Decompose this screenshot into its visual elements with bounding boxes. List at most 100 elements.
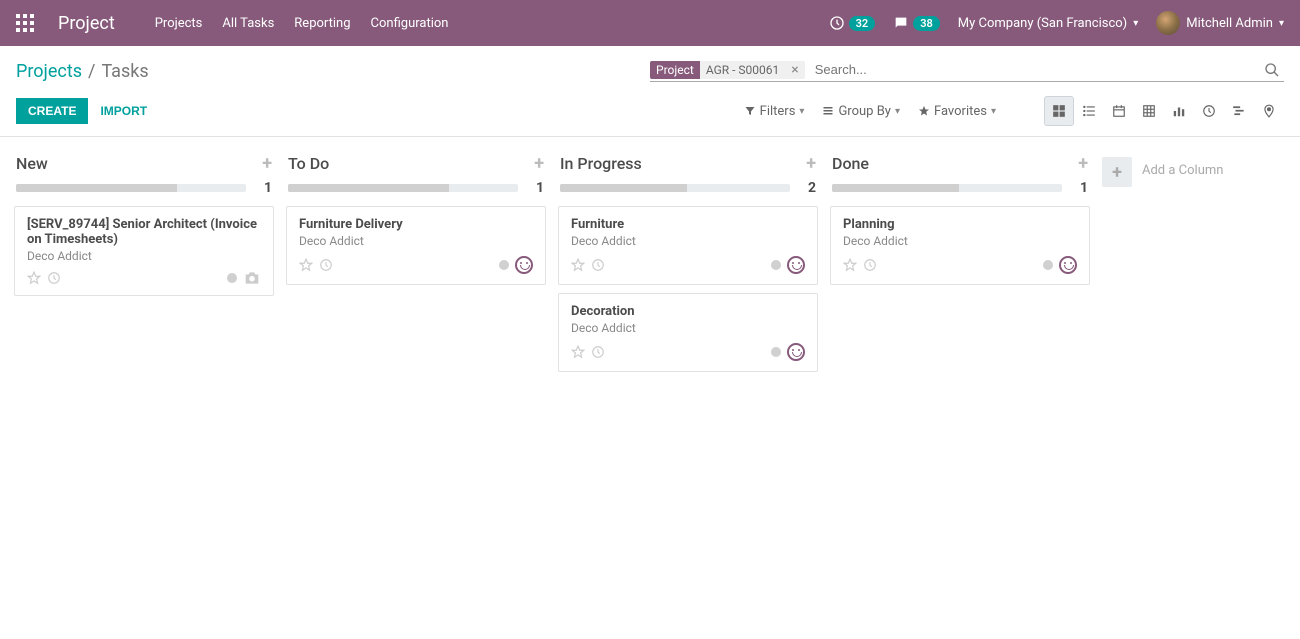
column-progress-bar[interactable]	[288, 184, 518, 192]
column-quick-add-icon[interactable]: +	[806, 153, 816, 174]
favorites-dropdown[interactable]: Favorites ▾	[918, 104, 996, 119]
view-calendar-icon[interactable]	[1104, 96, 1134, 126]
view-pivot-icon[interactable]	[1134, 96, 1164, 126]
view-switcher	[1044, 96, 1284, 126]
status-dot-icon[interactable]	[1043, 260, 1053, 270]
search-input[interactable]	[811, 60, 1260, 79]
column-count: 1	[526, 180, 544, 196]
view-map-icon[interactable]	[1254, 96, 1284, 126]
card-title: Planning	[843, 217, 1077, 232]
card-title: Furniture Delivery	[299, 217, 533, 232]
kanban-card[interactable]: Planning Deco Addict	[830, 206, 1090, 285]
kanban-column: Done + 1 Planning Deco Addict	[824, 149, 1096, 293]
breadcrumb-current: Tasks	[101, 61, 148, 82]
view-gantt-icon[interactable]	[1224, 96, 1254, 126]
facet-label: Project	[650, 61, 700, 79]
kanban-column: New + 1 [SERV_89744] Senior Architect (I…	[8, 149, 280, 304]
favorites-label: Favorites	[934, 104, 987, 119]
search-zoom-icon[interactable]	[1260, 62, 1284, 78]
status-dot-icon[interactable]	[771, 260, 781, 270]
activity-clock-icon[interactable]	[591, 345, 605, 359]
import-button[interactable]: IMPORT	[96, 98, 151, 124]
customer-rating-icon[interactable]	[515, 256, 533, 274]
user-name: Mitchell Admin	[1186, 16, 1273, 31]
column-quick-add-icon[interactable]: +	[262, 153, 272, 174]
activities-count: 32	[849, 16, 876, 31]
caret-down-icon: ▾	[991, 106, 996, 117]
card-subtitle: Deco Addict	[571, 321, 805, 335]
apps-icon[interactable]	[16, 14, 34, 32]
nav-user[interactable]: Mitchell Admin ▾	[1156, 11, 1284, 35]
column-quick-add-icon[interactable]: +	[534, 153, 544, 174]
activity-clock-icon[interactable]	[319, 258, 333, 272]
kanban-card[interactable]: Furniture Delivery Deco Addict	[286, 206, 546, 285]
add-column: + Add a Column	[1096, 149, 1276, 195]
column-count: 1	[1070, 180, 1088, 196]
customer-rating-icon[interactable]	[1059, 256, 1077, 274]
column-progress-bar[interactable]	[560, 184, 790, 192]
nav-activities[interactable]: 32	[829, 15, 876, 31]
priority-star-icon[interactable]	[571, 258, 585, 272]
column-progress-bar[interactable]	[832, 184, 1062, 192]
facet-value: AGR - S00061	[700, 61, 785, 79]
status-dot-icon[interactable]	[771, 347, 781, 357]
nav-messages[interactable]: 38	[893, 15, 940, 31]
view-activity-icon[interactable]	[1194, 96, 1224, 126]
user-avatar	[1156, 11, 1180, 35]
priority-star-icon[interactable]	[843, 258, 857, 272]
nav-company[interactable]: My Company (San Francisco) ▾	[958, 16, 1138, 31]
priority-star-icon[interactable]	[27, 271, 41, 285]
attachment-icon[interactable]	[243, 271, 261, 285]
priority-star-icon[interactable]	[299, 258, 313, 272]
breadcrumb: Projects / Tasks	[16, 61, 149, 82]
caret-down-icon: ▾	[1133, 18, 1138, 29]
nav-menu-all-tasks[interactable]: All Tasks	[222, 16, 274, 31]
card-title: Decoration	[571, 304, 805, 319]
priority-star-icon[interactable]	[571, 345, 585, 359]
column-quick-add-icon[interactable]: +	[1078, 153, 1088, 174]
column-title[interactable]: Done	[832, 154, 869, 173]
kanban-card[interactable]: [SERV_89744] Senior Architect (Invoice o…	[14, 206, 274, 296]
filters-dropdown[interactable]: Filters ▾	[744, 104, 805, 119]
activity-clock-icon[interactable]	[863, 258, 877, 272]
kanban-column: To Do + 1 Furniture Delivery Deco Addict	[280, 149, 552, 293]
customer-rating-icon[interactable]	[787, 256, 805, 274]
caret-down-icon: ▾	[799, 106, 804, 117]
kanban-card[interactable]: Decoration Deco Addict	[558, 293, 818, 372]
customer-rating-icon[interactable]	[787, 343, 805, 361]
status-dot-icon[interactable]	[227, 273, 237, 283]
nav-menu-reporting[interactable]: Reporting	[294, 16, 350, 31]
app-brand[interactable]: Project	[58, 13, 115, 34]
column-title[interactable]: In Progress	[560, 154, 642, 173]
search-facet: Project AGR - S00061 ×	[650, 61, 805, 79]
add-column-label[interactable]: Add a Column	[1142, 157, 1223, 178]
card-subtitle: Deco Addict	[571, 234, 805, 248]
cp-buttons: CREATE IMPORT	[16, 98, 151, 124]
activity-clock-icon[interactable]	[591, 258, 605, 272]
nav-right: 32 38 My Company (San Francisco) ▾ Mitch…	[829, 11, 1284, 35]
groupby-label: Group By	[838, 104, 891, 119]
card-subtitle: Deco Addict	[843, 234, 1077, 248]
main-navbar: Project Projects All Tasks Reporting Con…	[0, 0, 1300, 46]
kanban-card[interactable]: Furniture Deco Addict	[558, 206, 818, 285]
groupby-dropdown[interactable]: Group By ▾	[822, 104, 900, 119]
kanban-column: In Progress + 2 Furniture Deco Addict De…	[552, 149, 824, 380]
nav-menu-projects[interactable]: Projects	[155, 16, 203, 31]
breadcrumb-parent[interactable]: Projects	[16, 61, 82, 82]
nav-menu-configuration[interactable]: Configuration	[371, 16, 449, 31]
breadcrumb-separator: /	[88, 61, 95, 82]
view-list-icon[interactable]	[1074, 96, 1104, 126]
column-progress-bar[interactable]	[16, 184, 246, 192]
facet-remove-icon[interactable]: ×	[785, 62, 804, 78]
create-button[interactable]: CREATE	[16, 98, 88, 124]
column-title[interactable]: New	[16, 154, 48, 173]
view-kanban-icon[interactable]	[1044, 96, 1074, 126]
activity-clock-icon[interactable]	[47, 271, 61, 285]
card-subtitle: Deco Addict	[27, 249, 261, 263]
add-column-button[interactable]: +	[1102, 157, 1132, 187]
view-graph-icon[interactable]	[1164, 96, 1194, 126]
column-title[interactable]: To Do	[288, 154, 329, 173]
caret-down-icon: ▾	[895, 106, 900, 117]
status-dot-icon[interactable]	[499, 260, 509, 270]
kanban-board: New + 1 [SERV_89744] Senior Architect (I…	[0, 137, 1300, 637]
